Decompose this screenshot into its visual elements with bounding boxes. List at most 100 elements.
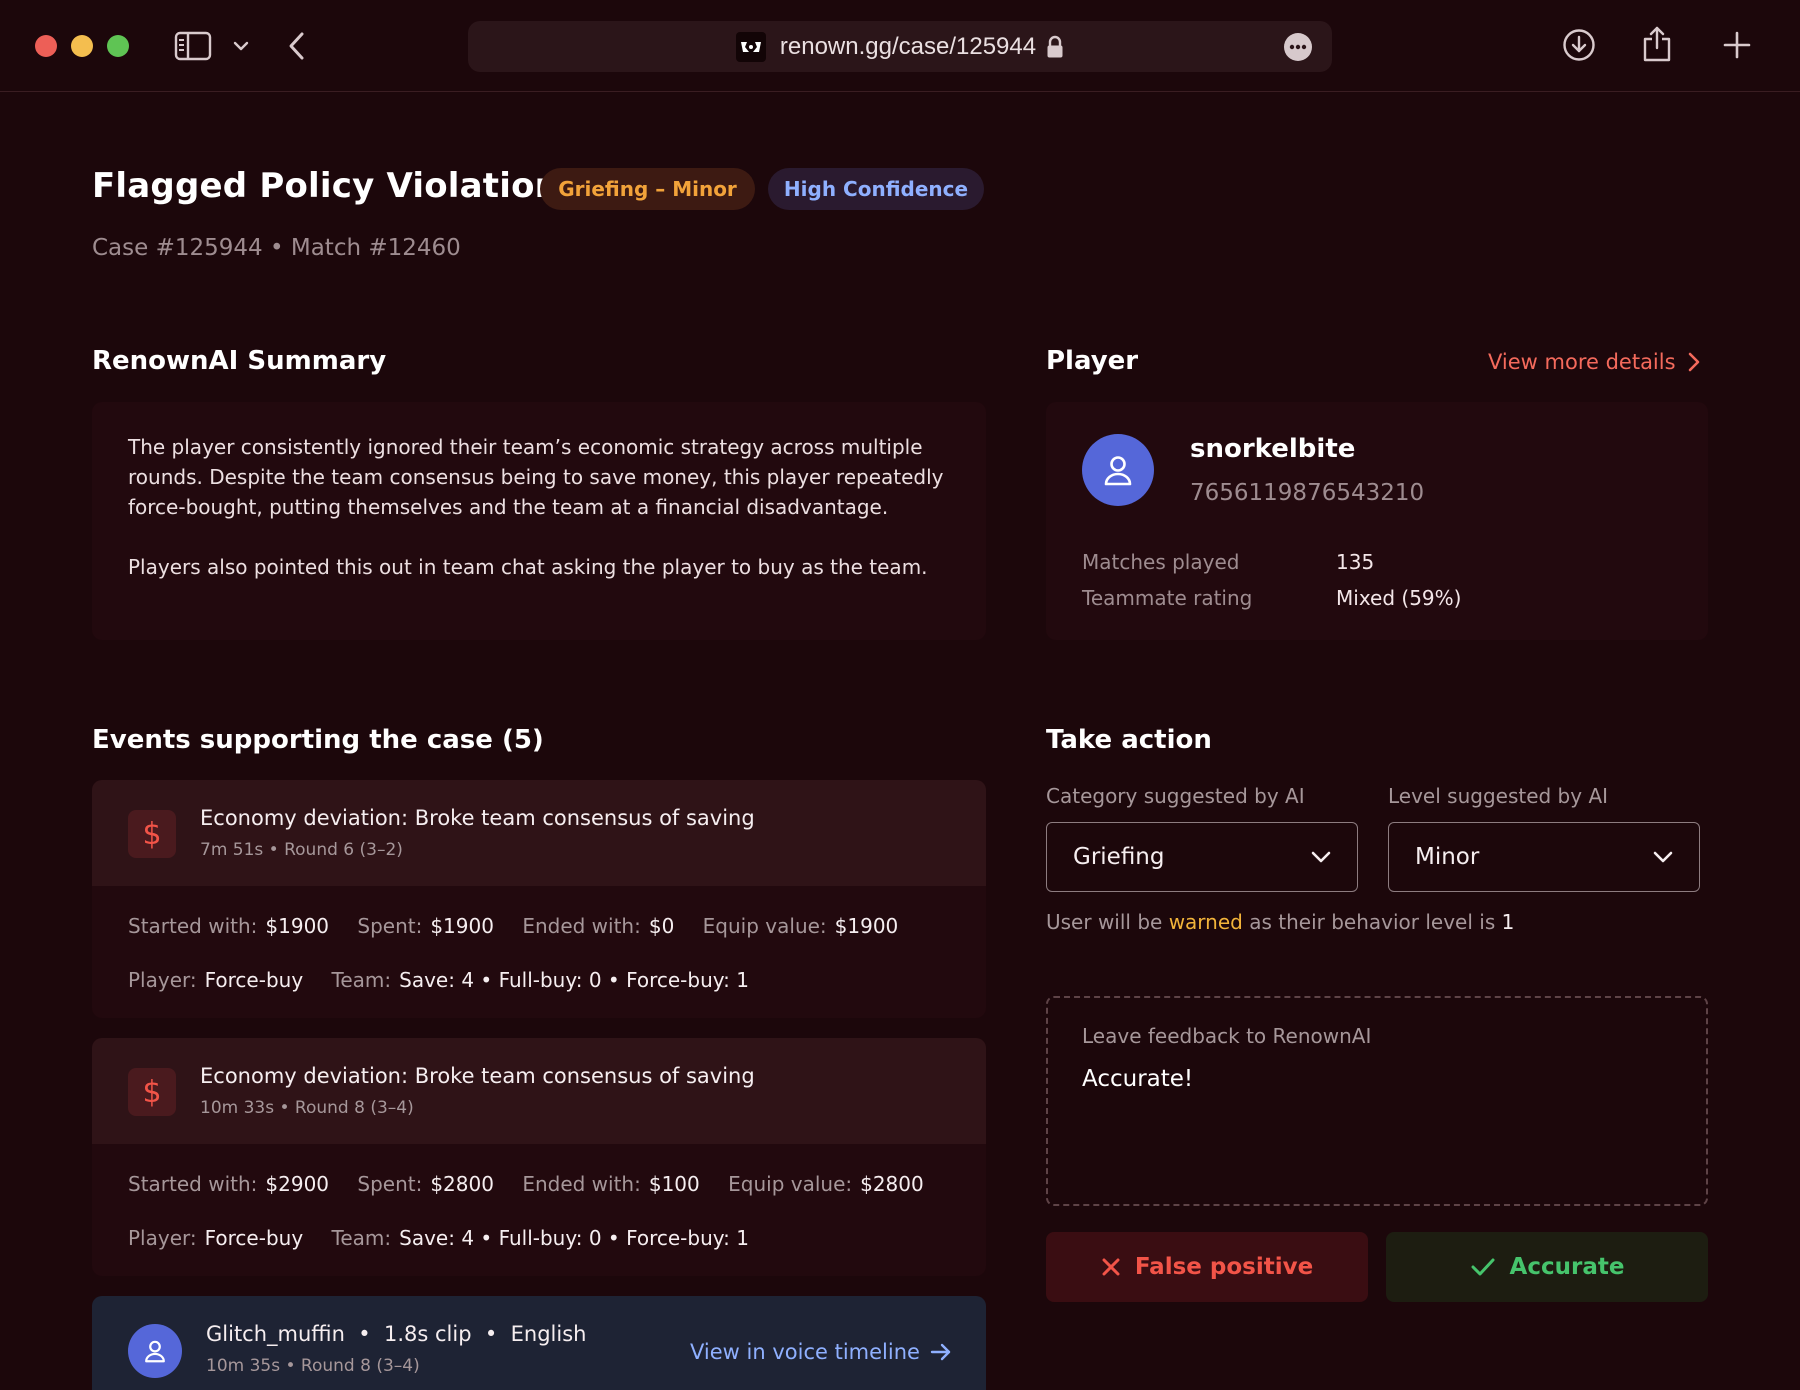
download-icon[interactable]	[1560, 26, 1598, 64]
new-tab-plus-icon[interactable]	[1718, 26, 1756, 64]
take-action-heading: Take action	[1046, 725, 1212, 755]
warning-message: User will be warned as their behavior le…	[1046, 910, 1514, 934]
team-buy-value: Save: 4 • Full-buy: 0 • Force-buy: 1	[399, 1226, 749, 1250]
ended-label: Ended with:	[522, 914, 641, 938]
user-icon	[145, 1340, 165, 1363]
case-subtitle: Case #125944 • Match #12460	[92, 235, 461, 261]
share-icon[interactable]	[1640, 24, 1674, 64]
dollar-icon: $	[128, 1068, 176, 1116]
event-card[interactable]: $ Economy deviation: Broke team consensu…	[92, 1038, 986, 1276]
feedback-textarea[interactable]: Leave feedback to RenownAI Accurate!	[1046, 996, 1708, 1206]
accurate-label: Accurate	[1509, 1254, 1625, 1280]
browser-toolbar: renown.gg/case/125944	[0, 0, 1800, 92]
chevron-down-icon	[1653, 851, 1673, 863]
lock-icon	[1046, 35, 1064, 59]
sidebar-toggle-icon[interactable]	[174, 30, 212, 62]
team-buy-label: Team:	[331, 968, 392, 992]
voice-clip-title: Glitch_muffin • 1.8s clip • English	[206, 1322, 587, 1346]
minimize-window-button[interactable]	[71, 35, 93, 57]
feedback-label: Leave feedback to RenownAI	[1082, 1024, 1372, 1048]
chevron-right-icon	[1688, 352, 1699, 372]
category-select[interactable]: Griefing	[1046, 822, 1358, 892]
spent-value: $2800	[430, 1172, 494, 1196]
event-meta: 10m 33s • Round 8 (3–4)	[200, 1098, 414, 1118]
player-buy-value: Force-buy	[204, 1226, 304, 1250]
address-bar[interactable]: renown.gg/case/125944	[468, 21, 1332, 72]
events-heading: Events supporting the case (5)	[92, 725, 544, 755]
view-voice-timeline-link[interactable]: View in voice timeline	[690, 1340, 952, 1364]
x-icon	[1102, 1258, 1120, 1276]
arrow-right-icon	[930, 1343, 951, 1361]
user-icon	[1104, 456, 1132, 486]
ended-value: $100	[648, 1172, 700, 1196]
site-favicon-icon	[735, 31, 766, 62]
started-value: $1900	[265, 914, 330, 938]
chevron-down-icon	[1311, 851, 1331, 863]
more-options-icon[interactable]	[1284, 33, 1312, 61]
spent-label: Spent:	[357, 914, 423, 938]
level-label: Level suggested by AI	[1388, 784, 1609, 808]
equip-value: $2800	[860, 1172, 924, 1196]
equip-label: Equip value:	[702, 914, 827, 938]
player-card: snorkelbite 7656119876543210 Matches pla…	[1046, 402, 1708, 640]
event-meta: 7m 51s • Round 6 (3–2)	[200, 840, 403, 860]
warn-prefix: User will be	[1046, 910, 1163, 934]
stat-label: Teammate rating	[1082, 586, 1253, 610]
event-economy-row: Started with: $1900 Spent: $1900 Ended wit…	[128, 914, 920, 938]
summary-card: The player consistently ignored their te…	[92, 402, 986, 640]
url-text: renown.gg/case/125944	[779, 32, 1037, 60]
check-icon	[1471, 1258, 1495, 1276]
summary-paragraph: Players also pointed this out in team ch…	[128, 555, 928, 579]
started-label: Started with:	[128, 914, 258, 938]
feedback-value: Accurate!	[1082, 1066, 1194, 1092]
speaker-avatar	[128, 1324, 182, 1378]
dollar-icon: $	[128, 810, 176, 858]
level-select[interactable]: Minor	[1388, 822, 1700, 892]
event-title: Economy deviation: Broke team consensus …	[200, 806, 755, 830]
player-heading: Player	[1046, 346, 1139, 376]
voice-link-label: View in voice timeline	[690, 1340, 920, 1364]
event-card[interactable]: $ Economy deviation: Broke team consensu…	[92, 780, 986, 1018]
zoom-window-button[interactable]	[107, 35, 129, 57]
level-value: Minor	[1415, 844, 1480, 870]
chevron-down-icon[interactable]	[229, 32, 253, 60]
category-value: Griefing	[1073, 844, 1165, 870]
warn-middle: as their behavior level is	[1249, 910, 1496, 934]
team-buy-value: Save: 4 • Full-buy: 0 • Force-buy: 1	[399, 968, 749, 992]
event-buy-row: Player: Force-buy Team: Save: 4 • Full-buy…	[128, 968, 771, 992]
false-positive-label: False positive	[1134, 1254, 1314, 1280]
accurate-button[interactable]: Accurate	[1386, 1232, 1708, 1302]
equip-label: Equip value:	[728, 1172, 853, 1196]
back-arrow-icon[interactable]	[282, 28, 312, 64]
event-buy-row: Player: Force-buy Team: Save: 4 • Full-buy…	[128, 1226, 771, 1250]
stat-value: 135	[1336, 550, 1375, 574]
event-header: $ Economy deviation: Broke team consensu…	[92, 780, 986, 886]
summary-paragraph: The player consistently ignored their te…	[128, 435, 944, 519]
voice-clip-meta: 10m 35s • Round 8 (3–4)	[206, 1356, 420, 1376]
event-header: $ Economy deviation: Broke team consensu…	[92, 1038, 986, 1144]
stat-value: Mixed (59%)	[1336, 586, 1462, 610]
warn-level: 1	[1501, 910, 1515, 934]
category-label: Category suggested by AI	[1046, 784, 1305, 808]
severity-badge: Griefing – Minor	[540, 168, 755, 210]
view-more-label: View more details	[1488, 350, 1676, 374]
false-positive-button[interactable]: False positive	[1046, 1232, 1368, 1302]
team-buy-label: Team:	[331, 1226, 392, 1250]
warn-highlight: warned	[1168, 910, 1243, 934]
player-id: 7656119876543210	[1190, 480, 1425, 506]
event-title: Economy deviation: Broke team consensus …	[200, 1064, 755, 1088]
player-buy-label: Player:	[128, 1226, 197, 1250]
player-buy-value: Force-buy	[204, 968, 304, 992]
player-name: snorkelbite	[1190, 434, 1356, 464]
page-title: Flagged Policy Violation	[92, 166, 560, 206]
spent-label: Spent:	[357, 1172, 423, 1196]
close-window-button[interactable]	[35, 35, 57, 57]
ended-label: Ended with:	[522, 1172, 641, 1196]
voice-clip-card[interactable]: Glitch_muffin • 1.8s clip • English 10m …	[92, 1296, 986, 1390]
stat-label: Matches played	[1082, 550, 1240, 574]
view-more-details-link[interactable]: View more details	[1488, 350, 1700, 374]
started-label: Started with:	[128, 1172, 258, 1196]
player-buy-label: Player:	[128, 968, 197, 992]
confidence-badge: High Confidence	[768, 168, 984, 210]
player-avatar	[1082, 434, 1154, 506]
